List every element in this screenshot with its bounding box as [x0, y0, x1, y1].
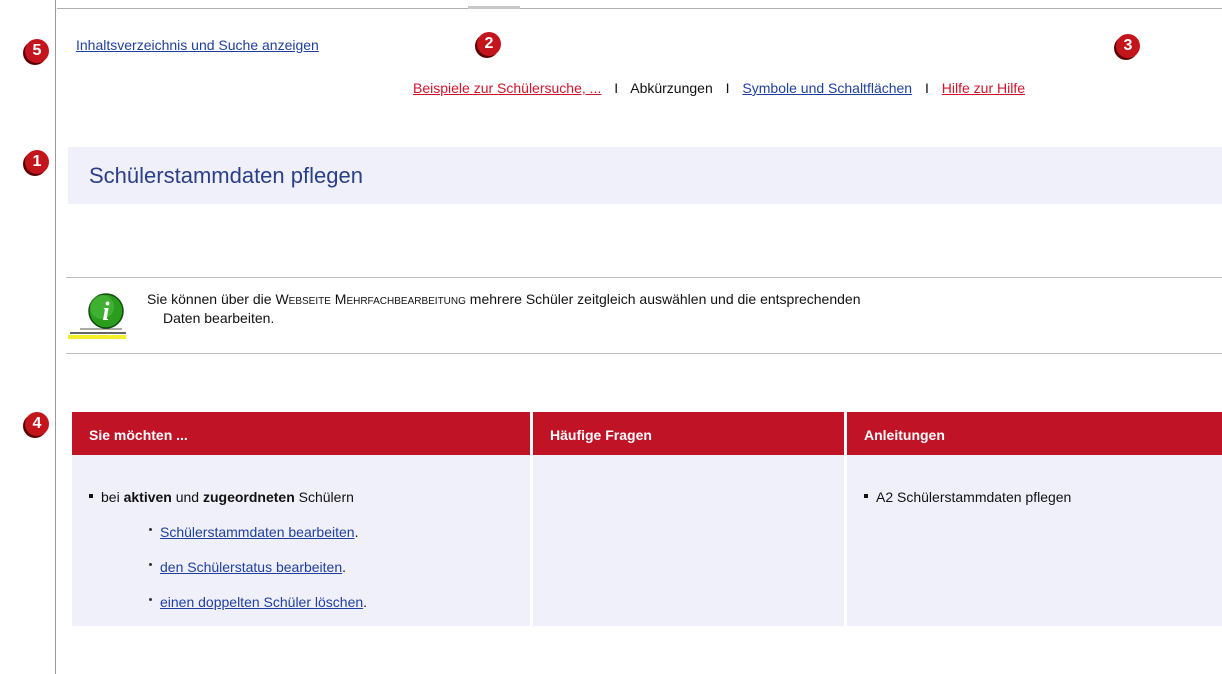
guide-item: A2 Schülerstammdaten pflegen: [876, 489, 1072, 505]
column-header: Anleitungen: [847, 412, 1222, 455]
help-navigation: Beispiele zur Schülersuche, ... I Abkürz…: [413, 80, 1025, 96]
nav-separator: I: [924, 80, 929, 96]
edit-student-data-link[interactable]: Schülerstammdaten bearbeiten: [160, 524, 355, 540]
period: .: [363, 594, 368, 610]
help-table: Sie möchten ... bei aktiven und zugeordn…: [72, 412, 1222, 626]
column-tasks: Sie möchten ... bei aktiven und zugeordn…: [72, 412, 530, 626]
info-text-line2: Daten bearbeiten.: [163, 310, 275, 326]
page-title: Schülerstammdaten pflegen: [89, 163, 363, 188]
annotation-badge-5: 5: [25, 39, 49, 63]
column-faq: Häufige Fragen: [533, 412, 844, 626]
website-name: Webseite Mehrfachbearbeitung: [275, 291, 466, 307]
info-message: Sie können über die Webseite Mehrfachbea…: [147, 290, 1207, 328]
period: .: [354, 524, 359, 540]
annotation-badge-2: 2: [477, 32, 501, 56]
info-icon: i: [66, 287, 132, 343]
nav-separator: I: [614, 80, 619, 96]
period: .: [342, 559, 347, 575]
column-header: Sie möchten ...: [72, 412, 530, 455]
top-divider-accent: [468, 6, 520, 9]
title-bar: Schülerstammdaten pflegen: [68, 147, 1222, 204]
top-divider: [57, 8, 1222, 9]
list-item: den Schülerstatus bearbeiten.: [149, 559, 346, 575]
help-on-help-link[interactable]: Hilfe zur Hilfe: [942, 80, 1025, 96]
intro-bold-assigned: zugeordneten: [202, 489, 295, 505]
info-text-pre: Sie können über die: [147, 291, 276, 307]
bullet-icon: [864, 494, 868, 499]
bullet-icon: [149, 562, 152, 566]
info-divider-top: [66, 277, 1222, 278]
annotation-badge-3: 3: [1116, 34, 1140, 58]
list-item: Schülerstammdaten bearbeiten.: [149, 524, 358, 540]
bullet-icon: [149, 597, 152, 601]
intro-text: bei: [101, 489, 124, 505]
info-divider-bottom: [66, 353, 1222, 354]
svg-text:i: i: [102, 297, 110, 326]
bullet-icon: [89, 494, 93, 499]
list-item: A2 Schülerstammdaten pflegen: [864, 489, 1071, 505]
edit-student-status-link[interactable]: den Schülerstatus bearbeiten: [160, 559, 342, 575]
annotation-badge-4: 4: [25, 412, 49, 436]
delete-duplicate-student-link[interactable]: einen doppelten Schüler löschen: [160, 594, 363, 610]
annotation-badge-1: 1: [25, 150, 49, 174]
intro-bold-active: aktiven: [123, 489, 172, 505]
left-divider: [55, 0, 56, 674]
column-header: Häufige Fragen: [533, 412, 844, 455]
examples-link[interactable]: Beispiele zur Schülersuche, ...: [413, 80, 601, 96]
info-text-post: mehrere Schüler zeitgleich auswählen und…: [465, 291, 861, 307]
symbols-link[interactable]: Symbole und Schaltflächen: [742, 80, 912, 96]
column-guides: Anleitungen A2 Schülerstammdaten pflegen: [847, 412, 1222, 626]
nav-separator: I: [725, 80, 730, 96]
abbreviations-label: Abkürzungen: [630, 80, 713, 96]
toc-search-link[interactable]: Inhaltsverzeichnis und Suche anzeigen: [76, 37, 319, 53]
bullet-icon: [149, 527, 152, 531]
list-item: einen doppelten Schüler löschen.: [149, 594, 367, 610]
intro-text: und: [171, 489, 203, 505]
intro-text: Schülern: [294, 489, 354, 505]
list-item: bei aktiven und zugeordneten Schülern: [89, 489, 354, 505]
